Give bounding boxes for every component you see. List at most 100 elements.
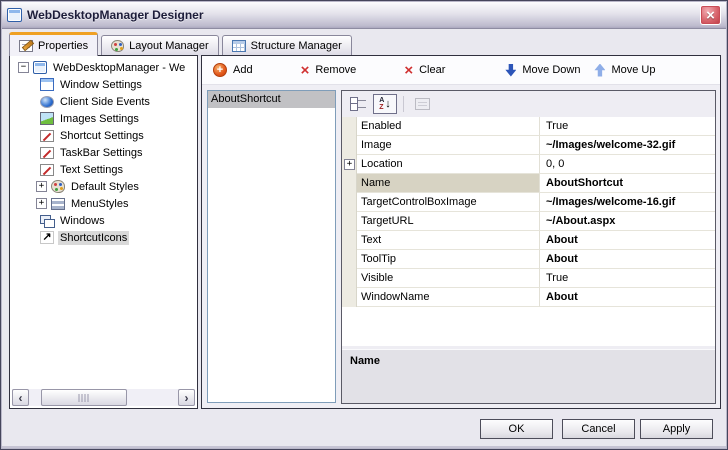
property-row-text[interactable]: Text About: [342, 231, 715, 250]
shortcut-list[interactable]: AboutShortcut: [207, 90, 336, 403]
ok-button[interactable]: OK: [480, 419, 553, 439]
tab-structure-manager[interactable]: Structure Manager: [221, 35, 352, 56]
property-value[interactable]: AboutShortcut: [540, 174, 715, 193]
cancel-button[interactable]: Cancel: [562, 419, 635, 439]
tree-item-window-settings[interactable]: Window Settings: [10, 76, 197, 93]
property-row-windowname[interactable]: WindowName About: [342, 288, 715, 307]
property-value[interactable]: About: [540, 288, 715, 307]
clear-label: Clear: [419, 64, 446, 76]
property-row-tooltip[interactable]: ToolTip About: [342, 250, 715, 269]
tree-item-taskbar-settings[interactable]: TaskBar Settings: [10, 144, 197, 161]
property-name[interactable]: ToolTip: [357, 250, 540, 269]
shortcuts-editor-panel: Add Remove Clear Move Down Move Up About…: [201, 55, 721, 409]
property-name[interactable]: WindowName: [357, 288, 540, 307]
move-down-icon: [505, 63, 517, 77]
property-name[interactable]: Name: [357, 174, 540, 193]
cascade-windows-icon: [40, 214, 55, 228]
scrollbar-thumb[interactable]: [41, 389, 127, 406]
scroll-right-icon[interactable]: [178, 389, 195, 406]
events-sphere-icon: [40, 95, 54, 108]
property-row-name[interactable]: Name AboutShortcut: [342, 174, 715, 193]
property-row-image[interactable]: Image ~/Images/welcome-32.gif: [342, 136, 715, 155]
property-pages-button[interactable]: [410, 94, 434, 114]
alphabetical-sort-button[interactable]: [373, 94, 397, 114]
property-name[interactable]: Visible: [357, 269, 540, 288]
expand-icon[interactable]: [36, 198, 47, 209]
clear-x-icon: [404, 63, 413, 78]
property-value[interactable]: ~/Images/welcome-32.gif: [540, 136, 715, 155]
property-name[interactable]: TargetControlBoxImage: [357, 193, 540, 212]
list-item-aboutshortcut[interactable]: AboutShortcut: [208, 91, 335, 108]
form-edit-icon: [40, 146, 54, 159]
tree-item-text-settings[interactable]: Text Settings: [10, 161, 197, 178]
add-icon: [213, 63, 227, 77]
move-up-button[interactable]: Move Up: [590, 62, 659, 79]
property-name[interactable]: Image: [357, 136, 540, 155]
tree-item-label: MenuStyles: [71, 197, 129, 210]
property-value[interactable]: 0, 0: [540, 155, 715, 174]
property-name[interactable]: Enabled: [357, 117, 540, 136]
property-name[interactable]: Location: [357, 155, 540, 174]
collection-toolbar: Add Remove Clear Move Down Move Up: [202, 56, 720, 85]
remove-button[interactable]: Remove: [297, 61, 361, 80]
property-row-targeturl[interactable]: TargetURL ~/About.aspx: [342, 212, 715, 231]
description-title: Name: [350, 355, 380, 367]
tab-label: Layout Manager: [129, 40, 209, 52]
expand-icon[interactable]: [344, 159, 355, 170]
tree-item-label: Client Side Events: [60, 95, 150, 108]
property-value[interactable]: About: [540, 250, 715, 269]
add-button[interactable]: Add: [209, 61, 257, 79]
property-grid-toolbar: [342, 91, 715, 117]
table-grid-icon: [231, 40, 246, 52]
close-button[interactable]: [700, 5, 721, 25]
menu-styles-icon: [51, 197, 65, 210]
tree-item-shortcut-settings[interactable]: Shortcut Settings: [10, 127, 197, 144]
collapse-icon[interactable]: [18, 62, 29, 73]
apply-button[interactable]: Apply: [640, 419, 713, 439]
property-name[interactable]: TargetURL: [357, 212, 540, 231]
tree-item-root[interactable]: WebDesktopManager - We: [10, 59, 197, 76]
move-down-button[interactable]: Move Down: [501, 62, 584, 79]
settings-tree: WebDesktopManager - We Window Settings C…: [10, 56, 197, 246]
property-row-visible[interactable]: Visible True: [342, 269, 715, 288]
tree-item-label: Windows: [60, 214, 105, 227]
property-name[interactable]: Text: [357, 231, 540, 250]
properties-form-icon: [19, 39, 33, 52]
property-row-enabled[interactable]: Enabled True: [342, 117, 715, 136]
form-edit-icon: [40, 129, 54, 142]
property-value[interactable]: True: [540, 269, 715, 288]
scroll-left-icon[interactable]: [12, 389, 29, 406]
expand-icon[interactable]: [36, 181, 47, 192]
remove-label: Remove: [315, 64, 357, 76]
tree-item-windows[interactable]: Windows: [10, 212, 197, 229]
add-label: Add: [233, 64, 253, 76]
clear-button[interactable]: Clear: [400, 61, 449, 80]
property-value[interactable]: ~/About.aspx: [540, 212, 715, 231]
property-pages-icon: [414, 98, 430, 110]
titlebar[interactable]: WebDesktopManager Designer: [2, 2, 726, 29]
tree-horizontal-scrollbar[interactable]: [12, 389, 195, 406]
property-value[interactable]: About: [540, 231, 715, 250]
property-value[interactable]: True: [540, 117, 715, 136]
tree-item-label: Images Settings: [60, 112, 139, 125]
tree-item-menustyles[interactable]: MenuStyles: [10, 195, 197, 212]
property-row-targetcontrolboximage[interactable]: TargetControlBoxImage ~/Images/welcome-1…: [342, 193, 715, 212]
toolbar-separator: [403, 96, 404, 112]
categorized-button[interactable]: [346, 94, 370, 114]
tab-layout-manager[interactable]: Layout Manager: [101, 35, 219, 56]
dialog-window: WebDesktopManager Designer Properties La…: [0, 0, 728, 450]
palette-icon: [51, 180, 65, 193]
tab-properties[interactable]: Properties: [9, 32, 99, 56]
tree-item-shortcuticons[interactable]: ShortcutIcons: [10, 229, 197, 246]
property-row-location[interactable]: Location 0, 0: [342, 155, 715, 174]
property-grid: Enabled True Image ~/Images/welcome-32.g…: [341, 90, 716, 404]
property-value[interactable]: ~/Images/welcome-16.gif: [540, 193, 715, 212]
tab-strip: Properties Layout Manager Structure Mana…: [9, 32, 352, 56]
tree-item-default-styles[interactable]: Default Styles: [10, 178, 197, 195]
tree-item-client-side-events[interactable]: Client Side Events: [10, 93, 197, 110]
scrollbar-track[interactable]: [29, 389, 178, 406]
tree-item-label: TaskBar Settings: [60, 146, 143, 159]
property-description-panel: Name: [342, 349, 715, 403]
move-down-label: Move Down: [522, 64, 581, 76]
tree-item-images-settings[interactable]: Images Settings: [10, 110, 197, 127]
